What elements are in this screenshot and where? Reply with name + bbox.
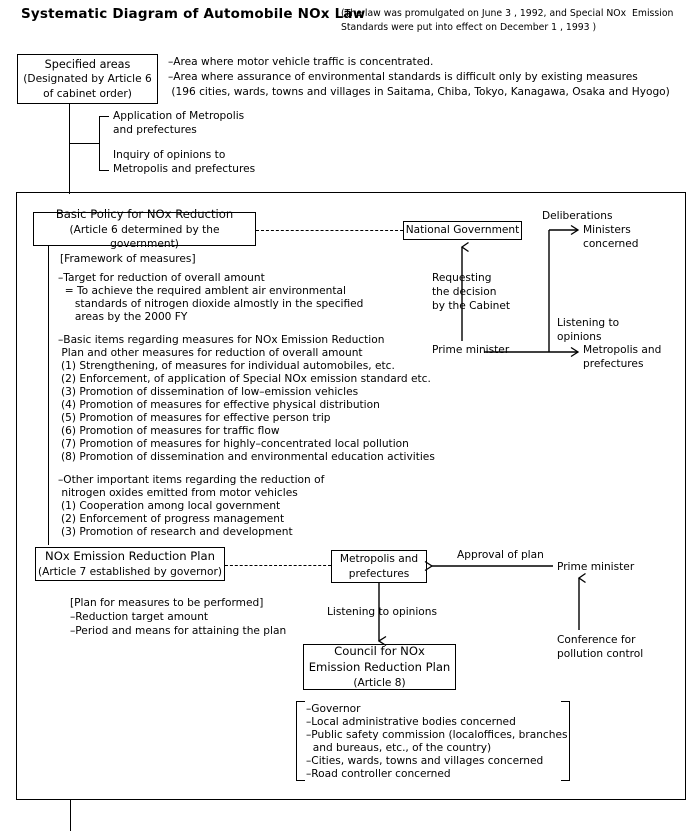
council-box[interactable]: Council for NOx Emission Reduction Plan … (303, 644, 456, 690)
framework-basic-item-5: (5) Promotion of measures for effective … (61, 412, 331, 424)
ministers-concerned-line1: Ministers (583, 224, 631, 236)
branch-connector-line (69, 143, 99, 145)
nox-plan-line2: (Article 7 established by governor) (38, 565, 222, 578)
metropolis-prefectures-box[interactable]: Metropolis and prefectures (331, 550, 427, 583)
basic-policy-to-government-dashed-line (256, 230, 403, 231)
framework-other-line1: –Other important items regarding the red… (58, 474, 325, 486)
framework-other-item-3: (3) Promotion of research and developmen… (61, 526, 293, 538)
application-label-line1: Application of Metropolis (113, 110, 245, 122)
nox-plan-line1: NOx Emission Reduction Plan (45, 549, 215, 564)
framework-other-item-2: (2) Enforcement of progress management (61, 513, 285, 525)
national-government-label: National Government (405, 224, 520, 237)
plan-details-heading: [Plan for measures to be performed] (70, 597, 264, 609)
council-members-bracket-left (296, 701, 305, 781)
area-note-line2: –Area where assurance of environmental s… (168, 71, 638, 83)
prime-minister-bottom-label: Prime minister (557, 561, 635, 573)
plan-details-item2: –Period and means for attaining the plan (70, 625, 287, 637)
framework-target-line3: standards of nitrogen dioxide almostly i… (58, 298, 364, 310)
inquiry-label-line2: Metropolis and prefectures (113, 163, 256, 175)
framework-basic-item-3: (3) Promotion of dissemination of low–em… (61, 386, 359, 398)
national-government-box[interactable]: National Government (403, 221, 522, 240)
cabinet-request-line3: by the Cabinet (432, 300, 511, 312)
branch-bracket (99, 116, 109, 171)
specified-areas-line2: (Designated by Article 6 (23, 73, 152, 86)
metropolis-box-line2: prefectures (348, 567, 410, 580)
basic-policy-line1: Basic Policy for NOx Reduction (55, 206, 234, 221)
council-member-1: –Governor (306, 703, 361, 715)
framework-basic-items-line1: –Basic items regarding measures for NOx … (58, 334, 385, 346)
metropolis-top-line1: Metropolis and (583, 344, 662, 356)
deliberations-label: Deliberations (542, 210, 613, 222)
application-label-line2: and prefectures (113, 124, 197, 136)
promulgation-note-line2: Standards were put into effect on Decemb… (341, 22, 597, 33)
council-member-3: –Public safety commission (localoffices,… (306, 729, 568, 741)
framework-target-line4: areas by the 2000 FY (58, 311, 188, 323)
area-note-line1: –Area where motor vehicle traffic is con… (168, 56, 434, 68)
specified-areas-trunk-line (69, 104, 71, 194)
metropolis-box-line1: Metropolis and (339, 553, 419, 566)
framework-target-line2: = To achieve the required amblent air en… (58, 285, 346, 297)
framework-basic-item-1: (1) Strengthening, of measures for indiv… (61, 360, 395, 372)
area-note-line3: (196 cities, wards, towns and villages i… (168, 86, 670, 98)
listening-to-opinions-label: Listening to opinions (327, 606, 438, 618)
council-member-4: –Cities, wards, towns and villages conce… (306, 755, 544, 767)
council-member-5: –Road controller concerned (306, 768, 451, 780)
council-member-3b: and bureaus, etc., of the country) (306, 742, 492, 754)
nox-emission-reduction-plan-box[interactable]: NOx Emission Reduction Plan (Article 7 e… (35, 547, 225, 581)
cabinet-request-line2: the decision (432, 286, 497, 298)
inquiry-label-line1: Inquiry of opinions to (113, 149, 226, 161)
framework-basic-item-6: (6) Promotion of measures for traffic fl… (61, 425, 280, 437)
prime-minister-top-label: Prime minister (432, 344, 510, 356)
council-member-2: –Local administrative bodies concerned (306, 716, 516, 728)
conference-label-line1: Conference for (557, 634, 636, 646)
framework-basic-item-7: (7) Promotion of measures for highly–con… (61, 438, 409, 450)
framework-basic-item-2: (2) Enforcement, of application of Speci… (61, 373, 431, 385)
council-line2: Emission Reduction Plan (308, 659, 451, 674)
specified-areas-box[interactable]: Specified areas (Designated by Article 6… (17, 54, 158, 104)
council-line1: Council for NOx (334, 644, 425, 659)
framework-heading: [Framework of measures] (60, 253, 196, 265)
approval-of-plan-label: Approval of plan (457, 549, 544, 561)
framework-basic-item-8: (8) Promotion of dissemination and envir… (61, 451, 435, 463)
specified-areas-line1: Specified areas (44, 58, 131, 72)
metropolis-top-line2: prefectures (583, 358, 644, 370)
page-title: Systematic Diagram of Automobile NOx Law (21, 6, 366, 22)
plan-details-item1: –Reduction target amount (70, 611, 209, 623)
council-line3: (Article 8) (353, 676, 406, 689)
specified-areas-line3: of cabinet order) (43, 87, 132, 100)
ministers-concerned-line2: concerned (583, 238, 639, 250)
listening-top-label-line1: Listening to (557, 317, 620, 329)
basic-policy-detail-line (48, 246, 50, 545)
conference-label-line2: pollution control (557, 648, 644, 660)
framework-target-line1: –Target for reduction of overall amount (58, 272, 265, 284)
cabinet-request-line1: Requesting (432, 272, 492, 284)
basic-policy-line2: (Article 6 determined by the government) (69, 223, 220, 250)
framework-other-item-1: (1) Cooperation among local government (61, 500, 281, 512)
listening-top-label-line2: opinions (557, 331, 602, 343)
framework-basic-item-4: (4) Promotion of measures for effective … (61, 399, 380, 411)
promulgation-note-line1: (The law was promulgated on June 3 , 199… (341, 8, 674, 19)
nox-plan-to-metropolis-dashed-line (225, 565, 331, 566)
framework-other-line2: nitrogen oxides emitted from motor vehic… (58, 487, 298, 499)
framework-basic-items-line2: Plan and other measures for reduction of… (58, 347, 363, 359)
basic-policy-box[interactable]: Basic Policy for NOx Reduction (Article … (33, 207, 256, 250)
container-tail-line (70, 800, 72, 831)
